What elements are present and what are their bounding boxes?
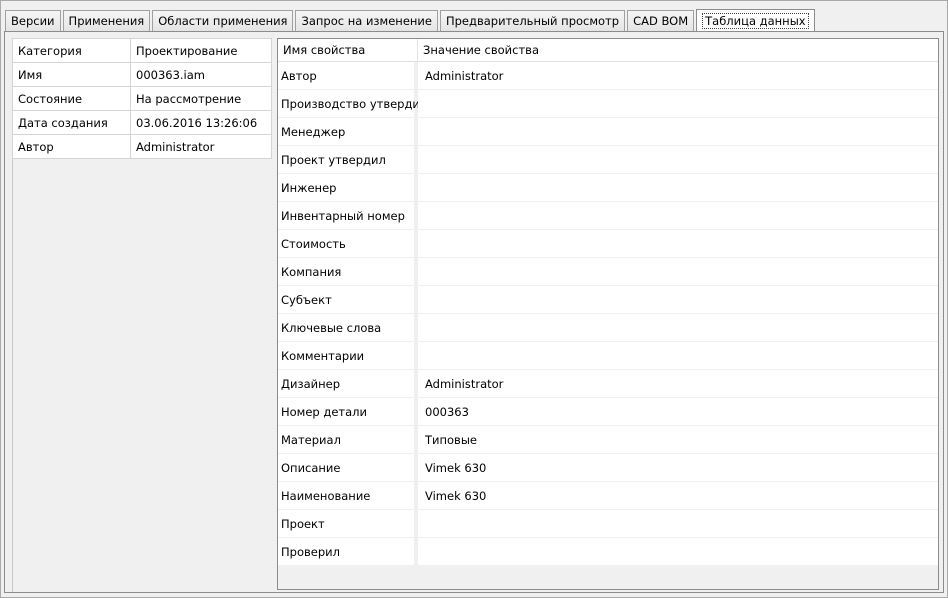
window-frame: Версии Применения Области применения Зап…: [0, 0, 948, 598]
summary-row: Состояние На рассмотрение: [12, 86, 272, 111]
summary-value: Проектирование: [130, 38, 272, 63]
table-row[interactable]: Субъект: [278, 286, 938, 314]
properties-table: Имя свойства Значение свойства Автор Admi…: [277, 38, 939, 590]
tab-label: Предварительный просмотр: [445, 14, 620, 28]
property-name: Номер детали: [278, 398, 418, 425]
property-name: Материал: [278, 426, 418, 453]
property-value[interactable]: [418, 342, 938, 369]
property-value[interactable]: Vimek 630: [418, 454, 938, 481]
tab-label: Версии: [11, 14, 55, 28]
property-value[interactable]: [418, 314, 938, 341]
tab-panel: Категория Проектирование Имя 000363.iam …: [4, 31, 944, 593]
property-name: Дизайнер: [278, 370, 418, 397]
table-row[interactable]: Производство утвердил: [278, 90, 938, 118]
table-row[interactable]: Проект: [278, 510, 938, 538]
property-value[interactable]: [418, 90, 938, 117]
tab-label: Таблица данных: [702, 13, 809, 29]
property-name: Инвентарный номер: [278, 202, 418, 229]
property-name: Наименование: [278, 482, 418, 509]
property-value[interactable]: Administrator: [418, 62, 938, 89]
tab-versions[interactable]: Версии: [5, 10, 61, 31]
table-row[interactable]: Стоимость: [278, 230, 938, 258]
tab-label: Применения: [68, 14, 145, 28]
property-name: Проект: [278, 510, 418, 537]
summary-grid: Категория Проектирование Имя 000363.iam …: [12, 38, 272, 159]
summary-value: На рассмотрение: [130, 86, 272, 111]
table-row[interactable]: Проверил: [278, 538, 938, 566]
summary-row: Автор Administrator: [12, 134, 272, 159]
table-row[interactable]: Дизайнер Administrator: [278, 370, 938, 398]
property-value[interactable]: [418, 286, 938, 313]
property-name: Ключевые слова: [278, 314, 418, 341]
tab-preview[interactable]: Предварительный просмотр: [439, 10, 626, 31]
column-header-property-value[interactable]: Значение свойства: [418, 39, 938, 61]
table-row[interactable]: Номер детали 000363: [278, 398, 938, 426]
summary-key: Имя: [12, 62, 131, 87]
tab-label: Запрос на изменение: [301, 14, 432, 28]
property-value[interactable]: [418, 174, 938, 201]
column-header-property-name[interactable]: Имя свойства: [278, 39, 418, 61]
table-row[interactable]: Наименование Vimek 630: [278, 482, 938, 510]
table-row[interactable]: Ключевые слова: [278, 314, 938, 342]
tab-label: CAD BOM: [633, 14, 689, 28]
summary-row: Категория Проектирование: [12, 38, 272, 63]
tab-change-request[interactable]: Запрос на изменение: [295, 10, 438, 31]
table-row[interactable]: Инвентарный номер: [278, 202, 938, 230]
summary-key: Состояние: [12, 86, 131, 111]
summary-key: Дата создания: [12, 110, 131, 135]
property-name: Субъект: [278, 286, 418, 313]
property-value[interactable]: [418, 258, 938, 285]
property-name: Стоимость: [278, 230, 418, 257]
property-value[interactable]: Типовые: [418, 426, 938, 453]
summary-key: Автор: [12, 134, 131, 159]
summary-value: Administrator: [130, 134, 272, 159]
property-value[interactable]: [418, 146, 938, 173]
property-value[interactable]: [418, 510, 938, 537]
table-row[interactable]: Компания: [278, 258, 938, 286]
property-value[interactable]: Administrator: [418, 370, 938, 397]
summary-row: Имя 000363.iam: [12, 62, 272, 87]
tab-strip: Версии Применения Области применения Зап…: [5, 7, 817, 32]
tab-where-used[interactable]: Области применения: [152, 10, 294, 31]
property-value[interactable]: [418, 538, 938, 565]
property-name: Производство утвердил: [278, 90, 418, 117]
tab-label: Области применения: [158, 14, 288, 28]
properties-rows: Автор Administrator Производство утвердил М…: [278, 62, 938, 566]
property-name: Проверил: [278, 538, 418, 565]
property-name: Проект утвердил: [278, 146, 418, 173]
table-row[interactable]: Комментарии: [278, 342, 938, 370]
summary-row: Дата создания 03.06.2016 13:26:06: [12, 110, 272, 135]
property-name: Автор: [278, 62, 418, 89]
property-value[interactable]: Vimek 630: [418, 482, 938, 509]
table-row[interactable]: Описание Vimek 630: [278, 454, 938, 482]
property-name: Инженер: [278, 174, 418, 201]
tab-data-table[interactable]: Таблица данных: [696, 9, 815, 32]
table-row[interactable]: Инженер: [278, 174, 938, 202]
table-row[interactable]: Проект утвердил: [278, 146, 938, 174]
property-value[interactable]: [418, 230, 938, 257]
property-name: Комментарии: [278, 342, 418, 369]
property-name: Описание: [278, 454, 418, 481]
tab-uses[interactable]: Применения: [62, 10, 151, 31]
property-value[interactable]: [418, 118, 938, 145]
summary-key: Категория: [12, 38, 131, 63]
summary-value: 000363.iam: [130, 62, 272, 87]
summary-value: 03.06.2016 13:26:06: [130, 110, 272, 135]
table-row[interactable]: Материал Типовые: [278, 426, 938, 454]
property-value[interactable]: 000363: [418, 398, 938, 425]
property-name: Компания: [278, 258, 418, 285]
tab-cad-bom[interactable]: CAD BOM: [627, 10, 695, 31]
table-row[interactable]: Менеджер: [278, 118, 938, 146]
properties-header: Имя свойства Значение свойства: [278, 39, 938, 62]
table-row[interactable]: Автор Administrator: [278, 62, 938, 90]
property-value[interactable]: [418, 202, 938, 229]
property-name: Менеджер: [278, 118, 418, 145]
